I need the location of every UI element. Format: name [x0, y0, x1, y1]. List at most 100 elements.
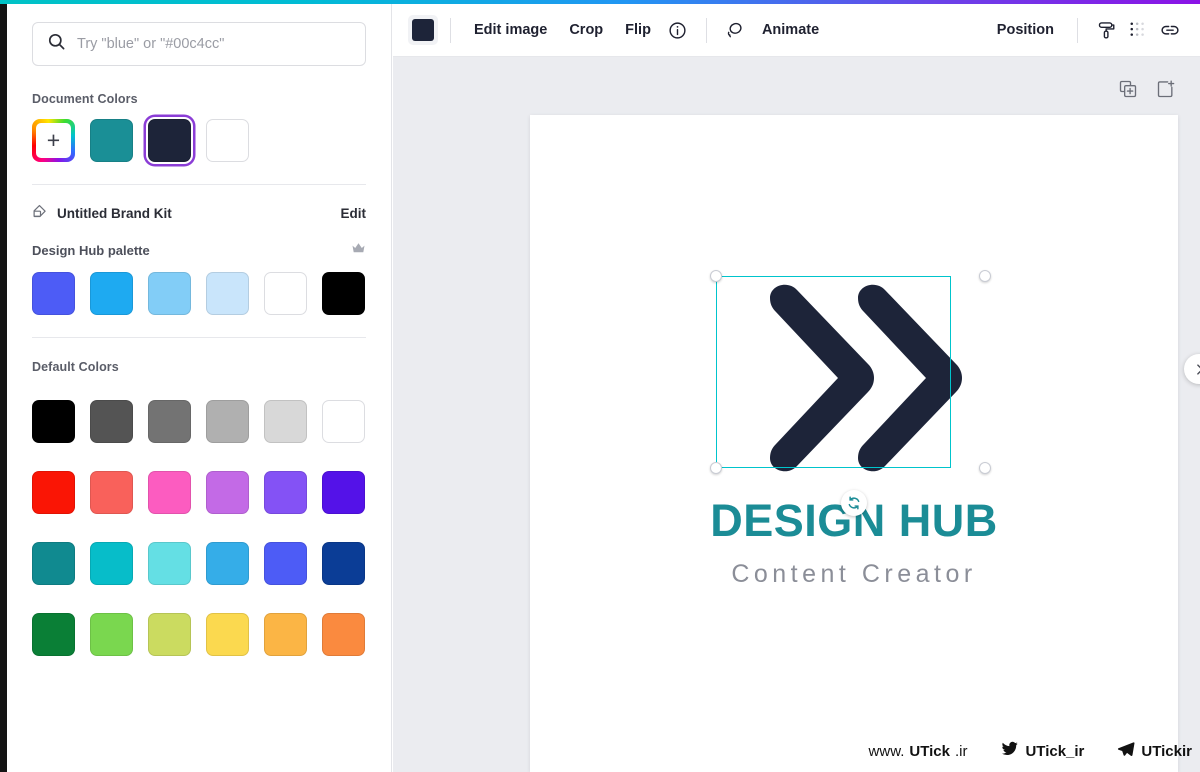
palette-header: Design Hub palette: [7, 224, 391, 259]
animate-button[interactable]: Animate: [751, 15, 830, 45]
brand-kit-edit-button[interactable]: Edit: [341, 206, 367, 221]
plus-icon: +: [36, 123, 71, 158]
selection-handle-bottom-left[interactable]: [710, 462, 722, 474]
toolbar-separator-1: [450, 17, 451, 43]
default-colors-row-3: [32, 542, 366, 585]
edit-image-button[interactable]: Edit image: [463, 15, 558, 45]
palette-title: Design Hub palette: [32, 242, 150, 258]
default-colors-label: Default Colors: [32, 360, 119, 374]
palette-swatch-sky[interactable]: [148, 272, 191, 315]
logo-group: DESIGN HUB Content Creator: [530, 270, 1178, 589]
default-swatch-light-gray[interactable]: [206, 400, 249, 443]
default-swatch-dark-gray[interactable]: [90, 400, 133, 443]
brand-palette-row-wrap: [7, 272, 391, 315]
default-colors-section: Default Colors: [7, 338, 391, 656]
add-page-icon[interactable]: [1156, 79, 1176, 99]
selected-color-button[interactable]: [408, 15, 438, 45]
brand-kit-icon: [32, 202, 49, 224]
side-panel-toggle-button[interactable]: [1184, 354, 1200, 384]
watermark-twitter-handle: UTick_ir: [1025, 742, 1085, 760]
default-swatch-gray[interactable]: [148, 400, 191, 443]
default-swatch-orange[interactable]: [322, 613, 365, 656]
default-swatch-violet[interactable]: [264, 471, 307, 514]
default-swatch-aqua[interactable]: [148, 542, 191, 585]
crop-button[interactable]: Crop: [558, 15, 614, 45]
twitter-bird-icon: [999, 740, 1020, 762]
logo-tagline: Content Creator: [731, 560, 977, 588]
default-swatch-yellow[interactable]: [206, 613, 249, 656]
crown-icon: [351, 241, 366, 259]
search-section: [7, 4, 391, 66]
default-swatch-royal-blue[interactable]: [264, 542, 307, 585]
default-colors-row-4: [32, 613, 366, 656]
default-swatch-orchid[interactable]: [206, 471, 249, 514]
default-swatch-white[interactable]: [322, 400, 365, 443]
watermark-strip: www. UTick .ir UTick_ir UTickir: [869, 740, 1192, 762]
color-panel: Document Colors + Untitled Brand: [7, 4, 392, 772]
search-box[interactable]: [32, 22, 366, 66]
rotate-handle-icon[interactable]: [841, 490, 867, 516]
toolbar-separator-3: [1077, 17, 1078, 43]
default-swatch-black[interactable]: [32, 400, 75, 443]
paint-roller-icon[interactable]: [1090, 14, 1122, 46]
left-edge-rail: [0, 4, 7, 772]
document-colors-label: Document Colors: [32, 92, 138, 106]
document-swatch-navy[interactable]: [148, 119, 191, 162]
canvas-area: DESIGN HUB Content Creator: [393, 57, 1200, 772]
watermark-telegram-handle: UTickir: [1141, 742, 1192, 760]
default-colors-row-2: [32, 471, 366, 514]
palette-swatch-black[interactable]: [322, 272, 365, 315]
brand-palette-swatches: [32, 272, 366, 315]
default-swatch-green[interactable]: [32, 613, 75, 656]
brand-kit-header: Untitled Brand Kit Edit: [7, 185, 391, 224]
watermark-twitter: UTick_ir: [999, 740, 1084, 762]
default-swatch-salmon[interactable]: [90, 471, 133, 514]
document-swatch-teal[interactable]: [90, 119, 133, 162]
toolbar-separator-2: [705, 17, 707, 43]
telegram-plane-icon: [1116, 740, 1136, 762]
duplicate-page-icon[interactable]: [1118, 79, 1138, 99]
position-button[interactable]: Position: [986, 15, 1065, 45]
default-swatch-sky-blue[interactable]: [206, 542, 249, 585]
default-colors-grid: [32, 387, 366, 656]
link-icon[interactable]: [1154, 14, 1186, 46]
info-icon[interactable]: [662, 14, 694, 46]
default-swatch-light-green[interactable]: [90, 613, 133, 656]
document-colors-swatches: +: [32, 119, 366, 162]
document-colors-section: Document Colors +: [7, 66, 391, 162]
search-icon: [47, 32, 66, 56]
design-page[interactable]: DESIGN HUB Content Creator: [530, 115, 1178, 772]
selection-handle-top-right[interactable]: [979, 270, 991, 282]
default-swatch-navy-blue[interactable]: [322, 542, 365, 585]
animate-icon[interactable]: [719, 14, 751, 46]
default-swatch-pink[interactable]: [148, 471, 191, 514]
add-color-button[interactable]: +: [32, 119, 75, 162]
selection-handle-top-left[interactable]: [710, 270, 722, 282]
default-swatch-cyan[interactable]: [90, 542, 133, 585]
page-tools: [1118, 79, 1176, 99]
default-swatch-purple[interactable]: [322, 471, 365, 514]
watermark-telegram: UTickir: [1116, 740, 1192, 762]
palette-swatch-blue[interactable]: [90, 272, 133, 315]
canva-color-editor: Document Colors + Untitled Brand: [0, 0, 1200, 772]
search-input[interactable]: [77, 36, 351, 52]
brand-kit-name: Untitled Brand Kit: [57, 205, 172, 221]
top-gradient-bar: [0, 0, 1200, 4]
editor-toolbar: Edit image Crop Flip Animate Position: [393, 4, 1200, 57]
selection-handle-bottom-right[interactable]: [979, 462, 991, 474]
default-colors-row-1: [32, 400, 366, 443]
palette-swatch-white[interactable]: [264, 272, 307, 315]
palette-swatch-pale-blue[interactable]: [206, 272, 249, 315]
default-swatch-teal[interactable]: [32, 542, 75, 585]
palette-swatch-indigo[interactable]: [32, 272, 75, 315]
default-swatch-amber[interactable]: [264, 613, 307, 656]
selected-color-chip: [412, 19, 434, 41]
flip-button[interactable]: Flip: [614, 15, 662, 45]
document-swatch-white[interactable]: [206, 119, 249, 162]
transparency-dots-icon[interactable]: [1122, 14, 1154, 46]
default-swatch-lime[interactable]: [148, 613, 191, 656]
watermark-website: www. UTick .ir: [868, 742, 968, 760]
default-swatch-pale-gray[interactable]: [264, 400, 307, 443]
double-chevron-logo-mark[interactable]: [710, 270, 991, 516]
default-swatch-red[interactable]: [32, 471, 75, 514]
